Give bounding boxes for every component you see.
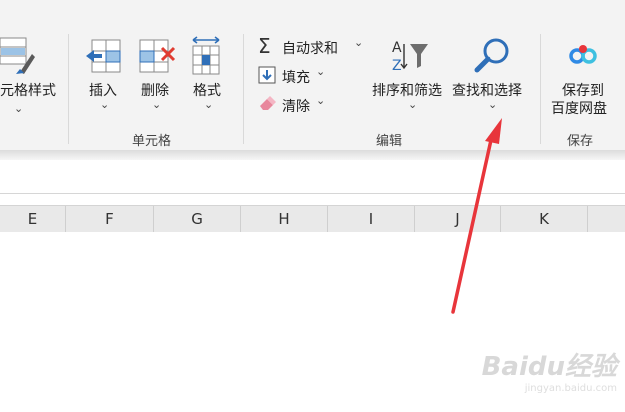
baidu-jingyan-logo: Baidu经验 [481,352,617,382]
watermark-url: jingyan.baidu.com [524,383,617,394]
watermark: Baidu经验 jingyan.baidu.com [482,346,617,394]
